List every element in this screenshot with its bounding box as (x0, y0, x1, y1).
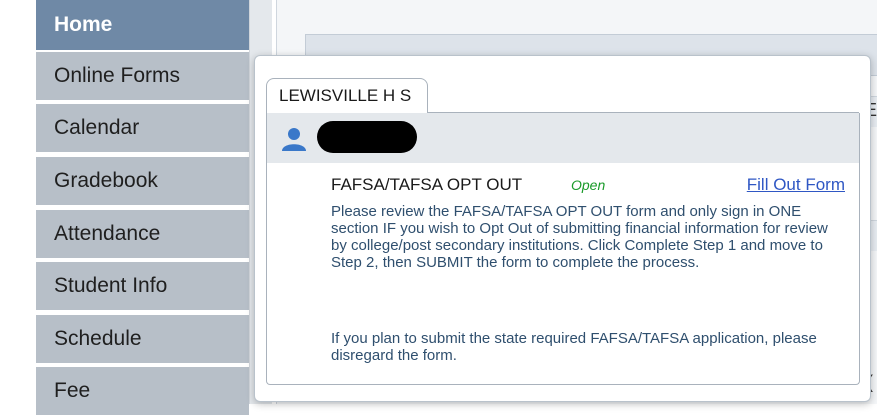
sidebar-nav: Home Online Forms Calendar Gradebook Att… (8, 0, 278, 417)
sidebar-item-attendance[interactable]: Attendance (36, 210, 249, 260)
person-icon (282, 128, 306, 151)
tab-school[interactable]: LEWISVILLE H S (266, 78, 429, 113)
sidebar-item-fee[interactable]: Fee (36, 367, 249, 417)
online-forms-popup: LEWISVILLE H S FAFSA/TAFSA OPT OUT Open … (254, 55, 871, 402)
app-frame: Home Online Forms Calendar Gradebook Att… (8, 0, 877, 417)
status-badge: Open (571, 177, 606, 193)
sidebar-item-home[interactable]: Home (36, 0, 249, 52)
fill-out-form-link[interactable]: Fill Out Form (747, 175, 845, 195)
student-header (266, 113, 860, 163)
form-entry: FAFSA/TAFSA OPT OUT Open Fill Out Form P… (266, 163, 860, 385)
redacted-student-name (317, 121, 417, 153)
sidebar-item-schedule[interactable]: Schedule (36, 315, 249, 365)
sidebar-item-gradebook[interactable]: Gradebook (36, 157, 249, 207)
form-note: If you plan to submit the state required… (331, 330, 817, 364)
form-title: FAFSA/TAFSA OPT OUT (331, 175, 523, 194)
form-description: Please review the FAFSA/TAFSA OPT OUT fo… (331, 203, 828, 271)
sidebar-item-student-info[interactable]: Student Info (36, 262, 249, 312)
sidebar-item-online-forms[interactable]: Online Forms (36, 52, 249, 102)
sidebar-item-calendar[interactable]: Calendar (36, 104, 249, 154)
